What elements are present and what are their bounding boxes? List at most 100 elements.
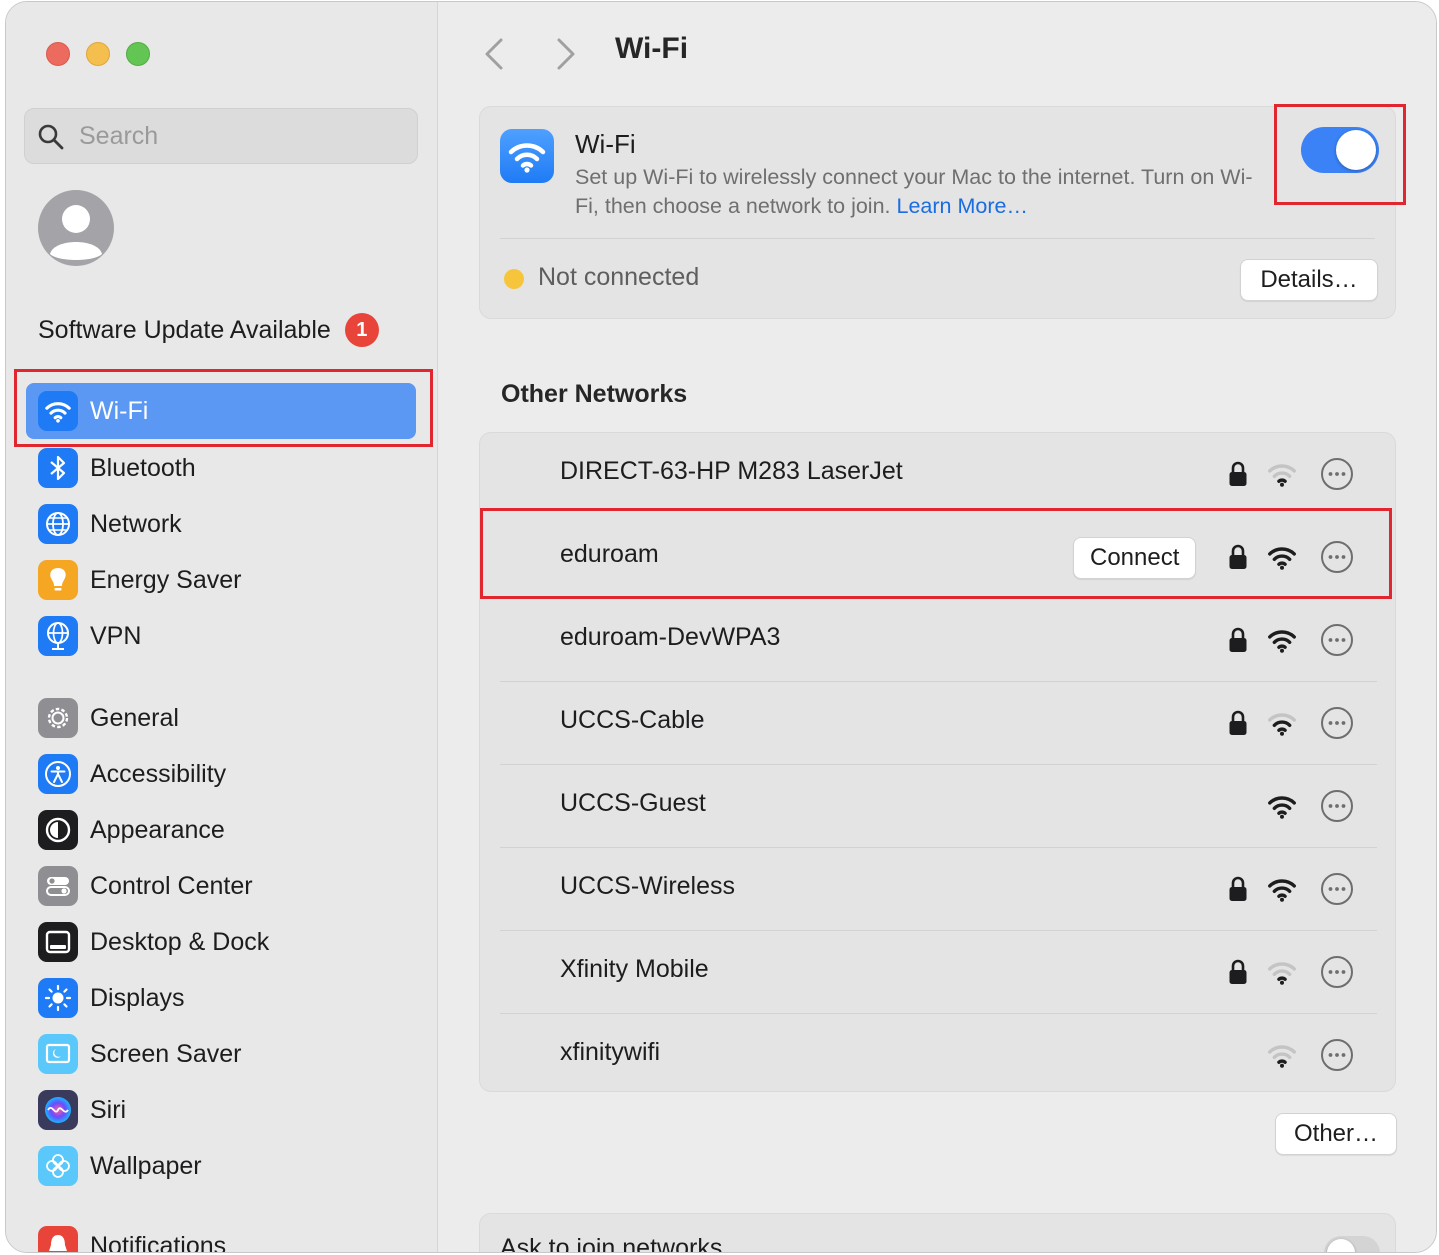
search-field[interactable]: [24, 108, 418, 164]
network-name: DIRECT-63-HP M283 LaserJet: [560, 457, 903, 485]
ask-to-join-toggle[interactable]: [1324, 1236, 1380, 1252]
minimize-window-button[interactable]: [86, 42, 110, 66]
sidebar-item-vpn[interactable]: VPN: [26, 608, 416, 664]
sidebar-item-label: Desktop & Dock: [90, 927, 270, 956]
sidebar-item-label: General: [90, 703, 179, 732]
more-options-icon[interactable]: [1320, 955, 1354, 989]
sidebar-item-network[interactable]: Network: [26, 496, 416, 552]
wifi-toggle-knob: [1336, 130, 1376, 170]
more-options-icon[interactable]: [1320, 1038, 1354, 1072]
wifi-card: Wi-Fi Set up Wi-Fi to wirelessly connect…: [479, 106, 1396, 319]
sidebar-item-label: VPN: [90, 621, 142, 650]
more-options-icon[interactable]: [1320, 623, 1354, 657]
avatar[interactable]: [38, 190, 114, 266]
sidebar-item-appearance[interactable]: Appearance: [26, 802, 416, 858]
search-input[interactable]: [79, 109, 409, 163]
sidebar-item-notifications[interactable]: Notifications: [26, 1218, 416, 1253]
network-name: UCCS-Guest: [560, 789, 706, 817]
lock-icon: [1228, 543, 1248, 571]
network-name: UCCS-Wireless: [560, 872, 735, 900]
sidebar-item-energy[interactable]: Energy Saver: [26, 552, 416, 608]
wifi-signal-icon: [1266, 710, 1298, 736]
network-name: UCCS-Cable: [560, 706, 705, 734]
lightbulb-icon: [38, 560, 78, 600]
status-dot: [504, 269, 524, 289]
wifi-app-icon: [500, 129, 554, 183]
forward-chevron-icon[interactable]: [549, 34, 583, 74]
networks-list: DIRECT-63-HP M283 LaserJet eduroam Connect…: [479, 432, 1396, 1092]
wifi-signal-icon: [1266, 876, 1298, 902]
details-button[interactable]: Details…: [1240, 259, 1378, 301]
main-content: Wi-Fi Wi-Fi Set up Wi-Fi to wirelessly c…: [439, 2, 1436, 1252]
sidebar-item-label: Screen Saver: [90, 1039, 242, 1068]
sidebar-item-control-center[interactable]: Control Center: [26, 858, 416, 914]
sidebar-item-label: Network: [90, 509, 182, 538]
network-name: xfinitywifi: [560, 1038, 661, 1066]
network-row[interactable]: UCCS-Guest: [480, 765, 1397, 848]
sidebar-item-displays[interactable]: Displays: [26, 970, 416, 1026]
ask-to-join-toggle-knob: [1327, 1239, 1355, 1252]
network-row[interactable]: DIRECT-63-HP M283 LaserJet: [480, 433, 1397, 516]
more-options-icon[interactable]: [1320, 457, 1354, 491]
accessibility-icon: [38, 754, 78, 794]
lock-icon: [1228, 958, 1248, 986]
wifi-toggle[interactable]: [1301, 127, 1379, 173]
sidebar-item-desktop-dock[interactable]: Desktop & Dock: [26, 914, 416, 970]
sidebar-item-label: Notifications: [90, 1231, 227, 1253]
sidebar-item-label: Siri: [90, 1095, 127, 1124]
bell-icon: [38, 1226, 78, 1252]
wifi-signal-icon: [1266, 544, 1298, 570]
more-options-icon[interactable]: [1320, 540, 1354, 574]
sidebar-item-bluetooth[interactable]: Bluetooth: [26, 440, 416, 496]
vpn-globe-icon: [38, 616, 78, 656]
more-options-icon[interactable]: [1320, 706, 1354, 740]
sidebar-item-label: Control Center: [90, 871, 253, 900]
sidebar-item-label: Energy Saver: [90, 565, 242, 594]
appearance-icon: [38, 810, 78, 850]
network-row[interactable]: eduroam-DevWPA3: [480, 599, 1397, 682]
close-window-button[interactable]: [46, 42, 70, 66]
sun-icon: [38, 978, 78, 1018]
network-row[interactable]: UCCS-Wireless: [480, 848, 1397, 931]
network-row[interactable]: eduroam Connect: [480, 516, 1397, 599]
network-row[interactable]: UCCS-Cable: [480, 682, 1397, 765]
sidebar-item-siri[interactable]: Siri: [26, 1082, 416, 1138]
sidebar-item-wifi[interactable]: Wi-Fi: [26, 383, 416, 439]
sidebar-item-label: Wallpaper: [90, 1151, 202, 1180]
network-name: Xfinity Mobile: [560, 955, 709, 983]
sidebar-item-accessibility[interactable]: Accessibility: [26, 746, 416, 802]
connection-status: Not connected: [538, 263, 700, 291]
sidebar-item-screen-saver[interactable]: Screen Saver: [26, 1026, 416, 1082]
lock-icon: [1228, 709, 1248, 737]
sidebar: Software Update Available 1 Wi-Fi Bluetoo…: [6, 2, 438, 1252]
wifi-icon: [38, 391, 78, 431]
globe-icon: [38, 504, 78, 544]
lock-icon: [1228, 626, 1248, 654]
person-icon: [50, 205, 102, 260]
wifi-description: Set up Wi-Fi to wirelessly connect your …: [575, 163, 1275, 221]
sidebar-item-label: Bluetooth: [90, 453, 196, 482]
flower-icon: [38, 1146, 78, 1186]
siri-icon: [38, 1090, 78, 1130]
ask-to-join-card: Ask to join networks: [479, 1213, 1396, 1252]
more-options-icon[interactable]: [1320, 789, 1354, 823]
back-chevron-icon[interactable]: [477, 34, 511, 74]
software-update-item[interactable]: Software Update Available 1: [38, 310, 379, 350]
gear-icon: [38, 698, 78, 738]
sidebar-item-general[interactable]: General: [26, 690, 416, 746]
network-row[interactable]: xfinitywifi: [480, 1014, 1397, 1097]
wifi-card-divider: [500, 238, 1375, 239]
page-title: Wi-Fi: [615, 32, 689, 65]
wifi-card-title: Wi-Fi: [575, 129, 636, 159]
connect-button[interactable]: Connect: [1073, 537, 1197, 579]
other-network-button[interactable]: Other…: [1275, 1113, 1397, 1155]
sidebar-item-wallpaper[interactable]: Wallpaper: [26, 1138, 416, 1194]
learn-more-link[interactable]: Learn More…: [897, 194, 1028, 218]
network-row[interactable]: Xfinity Mobile: [480, 931, 1397, 1014]
settings-window: Software Update Available 1 Wi-Fi Bluetoo…: [5, 1, 1437, 1253]
wifi-signal-icon: [1266, 959, 1298, 985]
more-options-icon[interactable]: [1320, 872, 1354, 906]
zoom-window-button[interactable]: [126, 42, 150, 66]
sidebar-item-label: Accessibility: [90, 759, 227, 788]
software-update-label: Software Update Available: [38, 315, 331, 344]
